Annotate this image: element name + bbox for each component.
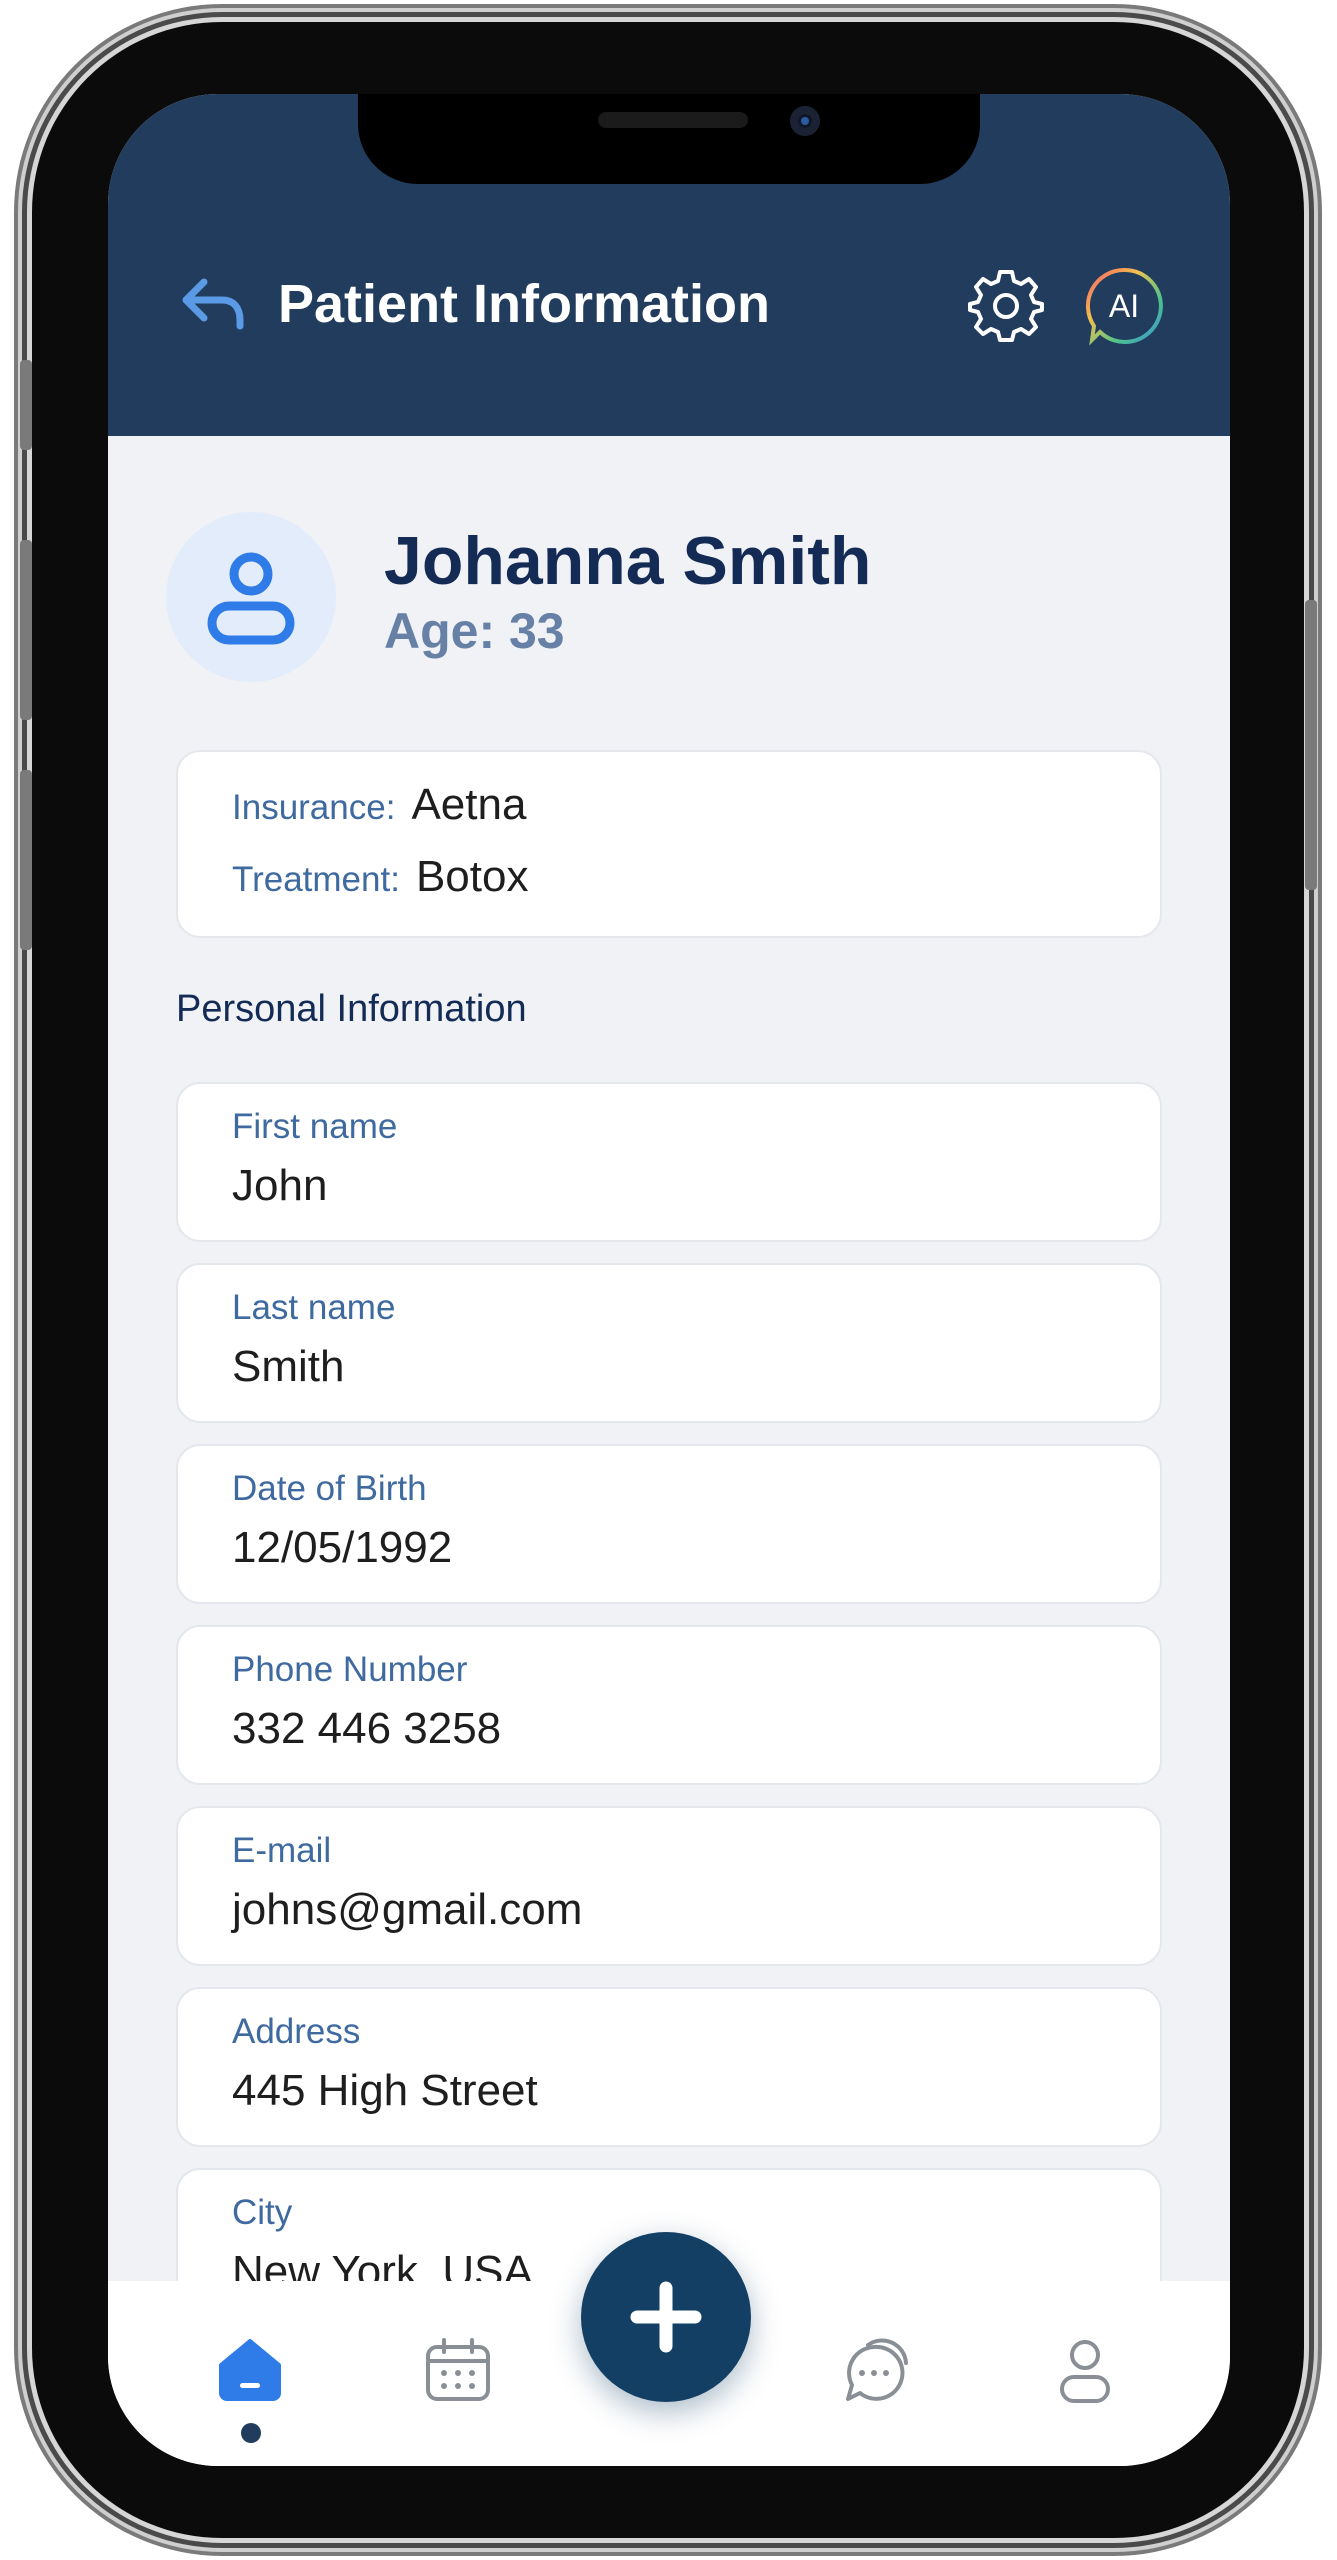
phone-number-field[interactable]: Phone Number 332 446 3258 xyxy=(176,1625,1162,1785)
chat-icon[interactable] xyxy=(840,2335,910,2405)
field-value: johns@gmail.com xyxy=(232,1885,583,1934)
patient-age: Age: 33 xyxy=(384,603,565,659)
ai-label: AI xyxy=(1109,288,1139,324)
field-label: E-mail xyxy=(232,1831,332,1870)
first-name-field[interactable]: First name John xyxy=(176,1082,1162,1242)
phone-side-button xyxy=(1305,600,1317,890)
add-icon xyxy=(630,2281,702,2353)
calendar-icon[interactable] xyxy=(423,2335,493,2405)
user-icon xyxy=(207,552,295,645)
insurance-value: Aetna xyxy=(411,780,527,829)
speaker-grille xyxy=(598,112,748,128)
avatar xyxy=(166,512,336,682)
front-camera xyxy=(790,106,820,136)
phone-side-button xyxy=(20,540,32,720)
profile-icon[interactable] xyxy=(1050,2335,1120,2405)
phone-screen: Patient Information AI Johanna Smith Age… xyxy=(108,94,1230,2466)
field-label: Date of Birth xyxy=(232,1469,427,1508)
back-icon[interactable] xyxy=(178,274,248,334)
phone-side-button xyxy=(20,360,32,450)
email-field[interactable]: E-mail johns@gmail.com xyxy=(176,1806,1162,1966)
gear-icon[interactable] xyxy=(968,266,1044,342)
ai-assistant-button[interactable]: AI xyxy=(1084,266,1164,346)
section-title: Personal Information xyxy=(176,988,527,1030)
patient-name: Johanna Smith xyxy=(384,523,872,599)
field-label: Last name xyxy=(232,1288,396,1327)
field-value: John xyxy=(232,1161,328,1210)
phone-side-button xyxy=(20,770,32,950)
field-value: 12/05/1992 xyxy=(232,1523,453,1572)
insurance-label: Insurance: xyxy=(232,788,396,827)
treatment-value: Botox xyxy=(415,852,529,901)
field-label: City xyxy=(232,2193,293,2232)
phone-notch xyxy=(358,94,980,184)
field-label: First name xyxy=(232,1107,398,1146)
field-value: Smith xyxy=(232,1342,345,1391)
page-title: Patient Information xyxy=(278,274,771,334)
last-name-field[interactable]: Last name Smith xyxy=(176,1263,1162,1423)
active-indicator xyxy=(241,2423,261,2443)
field-label: Phone Number xyxy=(232,1650,468,1689)
field-value: 332 446 3258 xyxy=(232,1704,502,1753)
address-field[interactable]: Address 445 High Street xyxy=(176,1987,1162,2147)
insurance-card: Insurance: Aetna Treatment: Botox xyxy=(176,750,1162,938)
treatment-row: Treatment: Botox xyxy=(232,852,528,902)
treatment-label: Treatment: xyxy=(232,860,400,899)
date-of-birth-field[interactable]: Date of Birth 12/05/1992 xyxy=(176,1444,1162,1604)
home-icon[interactable] xyxy=(215,2335,285,2405)
field-value: 445 High Street xyxy=(232,2066,538,2115)
insurance-row: Insurance: Aetna xyxy=(232,780,526,830)
field-label: Address xyxy=(232,2012,361,2051)
add-button[interactable] xyxy=(581,2232,751,2402)
